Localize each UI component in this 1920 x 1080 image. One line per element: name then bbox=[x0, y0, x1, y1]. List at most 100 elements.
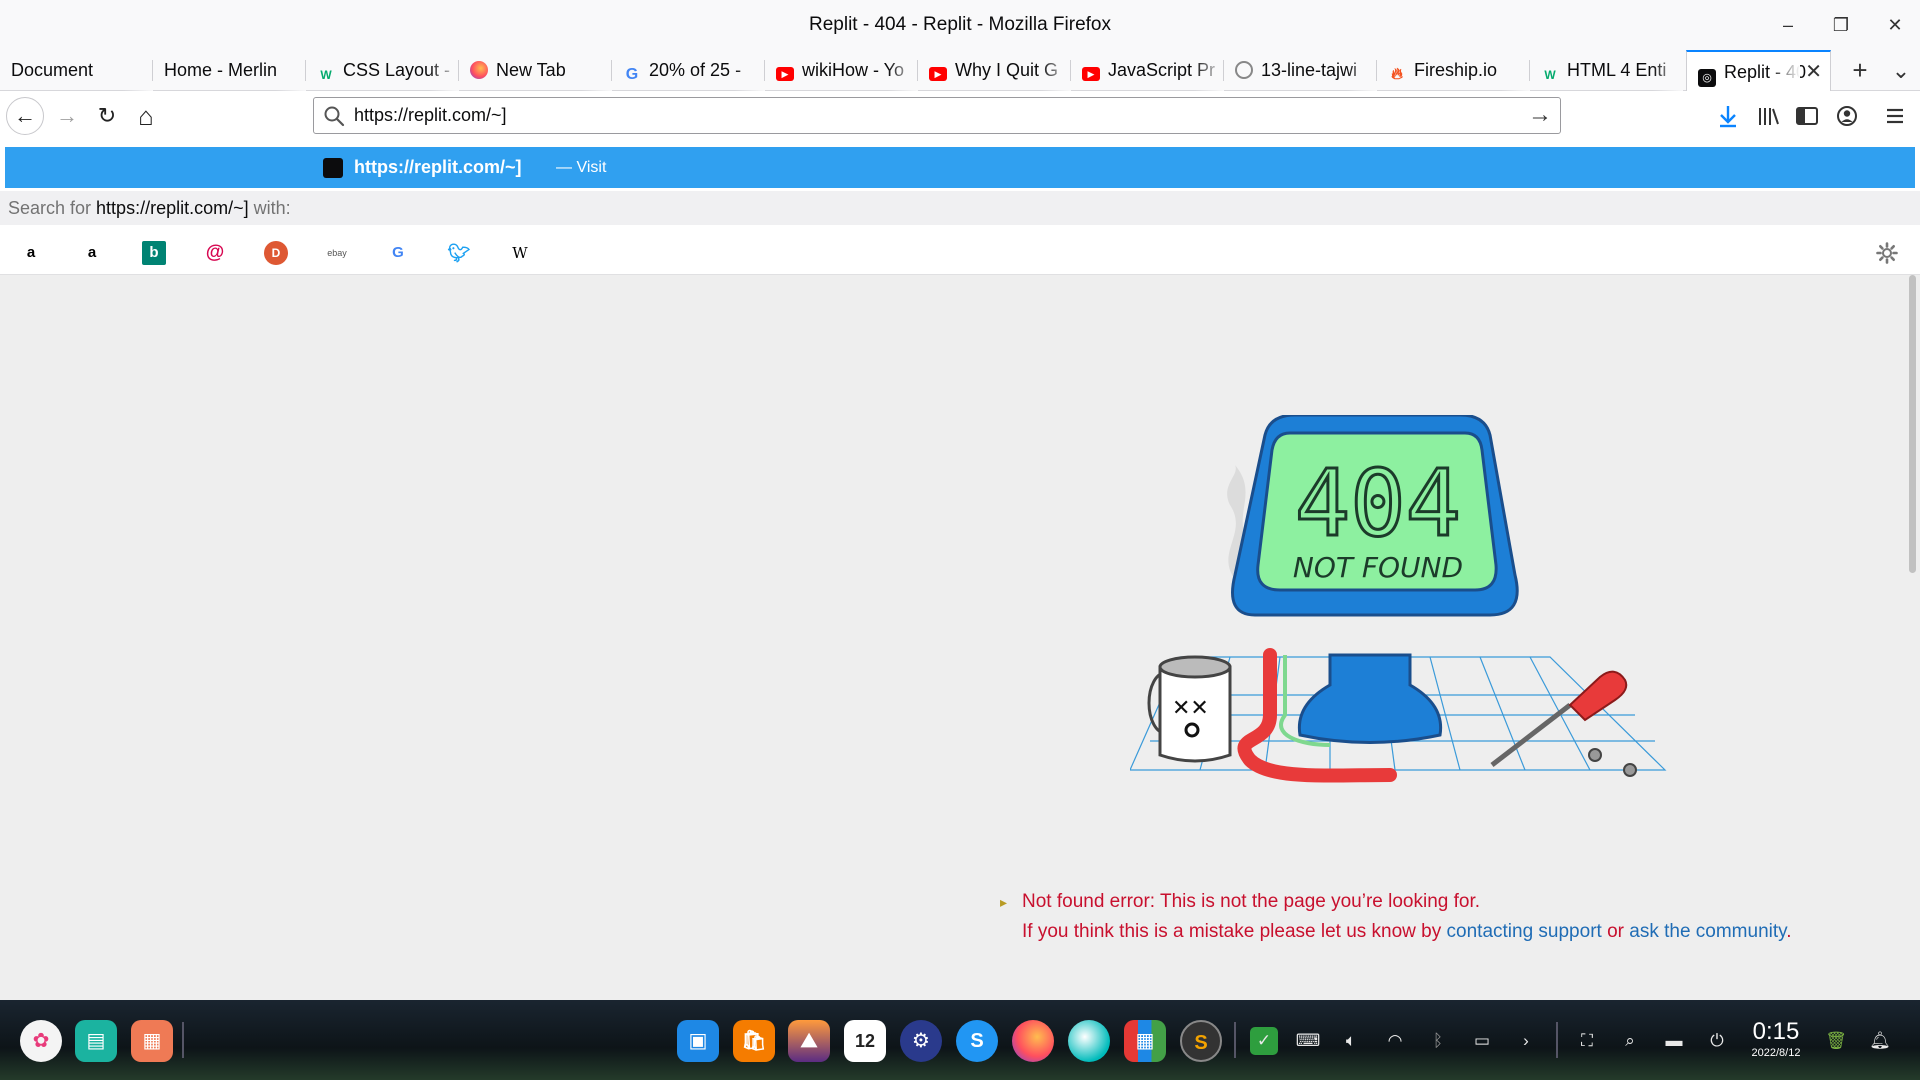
calendar-icon[interactable]: 12 bbox=[844, 1020, 886, 1062]
amazon-icon[interactable]: a bbox=[19, 241, 43, 265]
new-tab-button[interactable]: + bbox=[1843, 50, 1877, 91]
sidebar-icon[interactable] bbox=[1792, 101, 1822, 131]
bluetooth-icon[interactable]: ᛒ bbox=[1424, 1027, 1452, 1055]
power-icon[interactable]: ⏻ bbox=[1703, 1027, 1731, 1055]
contact-support-link[interactable]: contacting support bbox=[1447, 921, 1602, 942]
wikipedia-icon[interactable]: W bbox=[508, 241, 532, 265]
check-icon[interactable]: ✓ bbox=[1250, 1027, 1278, 1055]
window-title: Replit - 404 - Replit - Mozilla Firefox bbox=[809, 14, 1111, 35]
search-icon[interactable]: ⌕ bbox=[1616, 1027, 1644, 1055]
expand-tray-icon[interactable]: › bbox=[1512, 1027, 1540, 1055]
sublime-icon[interactable]: S bbox=[1180, 1020, 1222, 1062]
error-line-2-prefix: If you think this is a mistake please le… bbox=[1022, 921, 1447, 942]
page-scrollbar[interactable] bbox=[1909, 275, 1916, 573]
display-code: 404 bbox=[1295, 450, 1461, 557]
tab-home-merlin[interactable]: Home - Merlin bbox=[153, 50, 306, 91]
tab-google-search[interactable]: G 20% of 25 - bbox=[612, 50, 765, 91]
bell-icon[interactable]: 🔔︎ bbox=[1866, 1027, 1894, 1055]
close-window-button[interactable]: ✕ bbox=[1882, 12, 1908, 38]
bullet-icon: ▸ bbox=[1000, 894, 1008, 910]
battery-icon[interactable]: ▭ bbox=[1468, 1027, 1496, 1055]
w3schools-icon: W bbox=[1544, 68, 1556, 82]
home-button[interactable]: ⌂ bbox=[129, 99, 163, 133]
url-suggestions-popup: https://replit.com/~] — Visit Search for… bbox=[0, 141, 1920, 275]
tab-wikihow[interactable]: ▶ wikiHow - Yo bbox=[765, 50, 918, 91]
screw-shape bbox=[1588, 748, 1602, 762]
ask-community-link[interactable]: ask the community bbox=[1629, 921, 1786, 942]
tab-strip: Document Home - Merlin W CSS Layout - New… bbox=[0, 50, 1920, 92]
amazon-icon[interactable]: a bbox=[80, 241, 104, 265]
error-line-2-suffix: . bbox=[1786, 921, 1792, 942]
wifi-icon[interactable]: ◠ bbox=[1381, 1027, 1409, 1055]
tab-fireship[interactable]: 🔥︎ Fireship.io bbox=[1377, 50, 1530, 91]
url-input[interactable] bbox=[354, 102, 1504, 129]
google-icon: G bbox=[625, 66, 639, 83]
back-button[interactable]: ← bbox=[6, 97, 44, 135]
keyboard-icon[interactable]: ⌨︎ bbox=[1294, 1027, 1322, 1055]
tab-javascript[interactable]: ▶ JavaScript Pr bbox=[1071, 50, 1224, 91]
youtube-icon: ▶ bbox=[776, 67, 794, 81]
tab-label: Home - Merlin bbox=[164, 60, 278, 80]
replit-icon bbox=[323, 158, 343, 178]
launcher-icon[interactable]: ✿ bbox=[20, 1020, 62, 1062]
debian-icon[interactable]: @ bbox=[203, 241, 227, 265]
file-manager-icon[interactable]: ▣ bbox=[677, 1020, 719, 1062]
close-tab-icon[interactable]: ✕ bbox=[1805, 52, 1822, 92]
tab-new-tab[interactable]: New Tab bbox=[459, 50, 612, 91]
svg-text:✕✕: ✕✕ bbox=[1172, 696, 1209, 721]
bing-icon[interactable]: b bbox=[142, 241, 166, 265]
volume-icon[interactable]: 🔈︎ bbox=[1337, 1027, 1365, 1055]
suggestion-url: https://replit.com/~] bbox=[354, 157, 522, 177]
multitasking-icon[interactable]: ▤ bbox=[75, 1020, 117, 1062]
download-icon[interactable] bbox=[1713, 101, 1743, 131]
google-icon[interactable]: G bbox=[386, 241, 410, 265]
firefox-icon[interactable] bbox=[1012, 1020, 1054, 1062]
restore-button[interactable]: ❐ bbox=[1828, 12, 1854, 38]
screenshot-icon[interactable]: ⛶ bbox=[1573, 1027, 1601, 1055]
youtube-icon: ▶ bbox=[929, 67, 947, 81]
skype-icon[interactable]: S bbox=[956, 1020, 998, 1062]
trash-icon[interactable]: 🗑︎ bbox=[1822, 1027, 1850, 1055]
minimize-button[interactable]: – bbox=[1775, 12, 1801, 38]
search-icon bbox=[324, 106, 345, 127]
duckduckgo-icon[interactable]: D bbox=[264, 241, 288, 265]
app-store-icon[interactable]: 🛍︎ bbox=[733, 1020, 775, 1062]
image-viewer-icon[interactable]: ⛰︎ bbox=[788, 1020, 830, 1062]
w3schools-icon: W bbox=[320, 68, 332, 82]
mug-shape: ✕✕ bbox=[1147, 655, 1232, 763]
tab-tajwid[interactable]: 13-line-tajwi bbox=[1224, 50, 1377, 91]
screwdriver-shape bbox=[1490, 670, 1628, 767]
list-all-tabs-button[interactable]: ⌄ bbox=[1884, 50, 1918, 91]
address-bar[interactable]: → bbox=[313, 97, 1561, 134]
tab-label: New Tab bbox=[496, 60, 566, 80]
workspace-icon[interactable]: ▦ bbox=[131, 1020, 173, 1062]
window-titlebar: Replit - 404 - Replit - Mozilla Firefox … bbox=[0, 0, 1920, 50]
wps-icon[interactable]: ▦ bbox=[1124, 1020, 1166, 1062]
account-icon[interactable] bbox=[1832, 101, 1862, 131]
search-settings-gear-icon[interactable] bbox=[1875, 241, 1899, 265]
tab-replit-404[interactable]: ◎ Replit - 40 ✕ bbox=[1686, 50, 1831, 92]
notification-panel-icon[interactable]: ▬ bbox=[1660, 1027, 1688, 1055]
menu-icon[interactable] bbox=[1880, 101, 1910, 131]
clock[interactable]: 0:15 2022/8/12 bbox=[1746, 1018, 1806, 1060]
tab-css-layout[interactable]: W CSS Layout - bbox=[306, 50, 459, 91]
navigation-toolbar: ← → ↻ ⌂ → bbox=[0, 91, 1920, 141]
taskbar-divider bbox=[1234, 1022, 1236, 1058]
browser-icon[interactable] bbox=[1068, 1020, 1110, 1062]
error-line-2-or: or bbox=[1601, 921, 1630, 942]
library-icon[interactable] bbox=[1753, 101, 1783, 131]
suggestion-row-visit[interactable]: https://replit.com/~] — Visit bbox=[5, 147, 1915, 188]
ebay-icon[interactable]: ebay bbox=[325, 241, 349, 265]
clock-date: 2022/8/12 bbox=[1751, 1047, 1801, 1059]
tab-html4-entities[interactable]: W HTML 4 Enti bbox=[1530, 50, 1683, 91]
twitter-icon[interactable]: 🐦︎ bbox=[447, 241, 471, 265]
reload-button[interactable]: ↻ bbox=[90, 99, 124, 133]
tab-document[interactable]: Document bbox=[0, 50, 153, 91]
globe-icon bbox=[1235, 61, 1253, 79]
go-arrow-icon[interactable]: → bbox=[1528, 101, 1552, 129]
forward-button[interactable]: → bbox=[50, 99, 84, 133]
tab-label: 20% of 25 - bbox=[649, 60, 742, 80]
tab-why-i-quit[interactable]: ▶ Why I Quit G bbox=[918, 50, 1071, 91]
settings-icon[interactable]: ⚙︎ bbox=[900, 1020, 942, 1062]
search-engine-bar: a a b @ D ebay G 🐦︎ W bbox=[0, 231, 1920, 275]
